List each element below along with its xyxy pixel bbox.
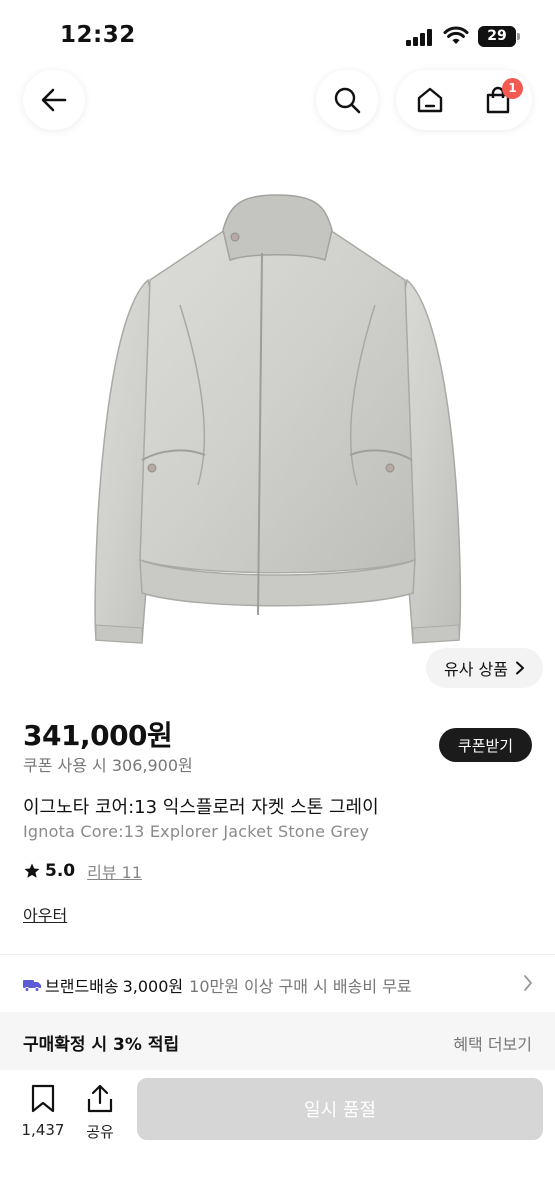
shipping-info-row[interactable]: 브랜드배송 3,000원 10만원 이상 구매 시 배송비 무료: [23, 972, 533, 998]
bookmark-count: 1,437: [21, 1121, 65, 1139]
search-button[interactable]: [316, 70, 378, 130]
cellular-signal-icon: [406, 28, 434, 46]
battery-indicator: 29: [478, 26, 520, 47]
search-icon: [334, 87, 361, 114]
product-image[interactable]: [80, 185, 475, 655]
get-coupon-button[interactable]: 쿠폰받기: [439, 728, 532, 762]
back-button[interactable]: [23, 70, 85, 130]
share-button[interactable]: 공유: [78, 1084, 122, 1142]
share-label: 공유: [86, 1123, 114, 1141]
chevron-right-icon: [524, 975, 532, 991]
points-banner: 구매확정 시 3% 적립 혜택 더보기: [0, 1012, 555, 1070]
bottom-action-bar: 1,437 공유 일시 품절: [0, 1070, 555, 1200]
home-icon: [417, 87, 443, 113]
wifi-icon: [443, 26, 469, 44]
shipping-note: 10만원 이상 구매 시 배송비 무료: [189, 977, 412, 996]
status-time: 12:32: [60, 22, 136, 48]
bookmark-button[interactable]: 1,437: [18, 1084, 68, 1139]
more-benefits-link[interactable]: 혜택 더보기: [453, 1031, 532, 1055]
star-icon: [24, 863, 40, 878]
shipping-label: 브랜드배송: [45, 977, 119, 996]
temporarily-sold-out-button[interactable]: 일시 품절: [137, 1078, 543, 1140]
chevron-right-icon: [515, 661, 524, 675]
cart-button[interactable]: 1: [464, 70, 532, 130]
status-bar: 12:32 29: [0, 0, 555, 70]
similar-products-label: 유사 상품: [444, 660, 508, 679]
rating-row: 5.0 리뷰 11: [23, 859, 142, 883]
cart-count-badge: 1: [502, 78, 523, 99]
product-title-korean: 이그노타 코어:13 익스플로러 자켓 스톤 그레이: [23, 797, 379, 818]
review-link[interactable]: 리뷰 11: [87, 859, 142, 883]
product-title-english: Ignota Core:13 Explorer Jacket Stone Gre…: [23, 822, 370, 841]
rating-score: 5.0: [45, 861, 76, 881]
coupon-price: 쿠폰 사용 시 306,900원: [23, 756, 193, 775]
category-link[interactable]: 아우터: [23, 902, 67, 926]
bookmark-icon: [31, 1084, 55, 1113]
home-cart-group: 1: [396, 70, 532, 130]
similar-products-button[interactable]: 유사 상품: [426, 648, 543, 688]
delivery-truck-icon: [23, 980, 41, 992]
share-icon: [87, 1084, 113, 1113]
home-button[interactable]: [396, 70, 464, 130]
arrow-left-icon: [41, 88, 67, 112]
shipping-fee: 3,000원: [122, 977, 184, 996]
product-price: 341,000원: [23, 719, 173, 752]
points-label: 구매확정 시 3% 적립: [23, 1035, 180, 1055]
divider: [0, 954, 555, 955]
